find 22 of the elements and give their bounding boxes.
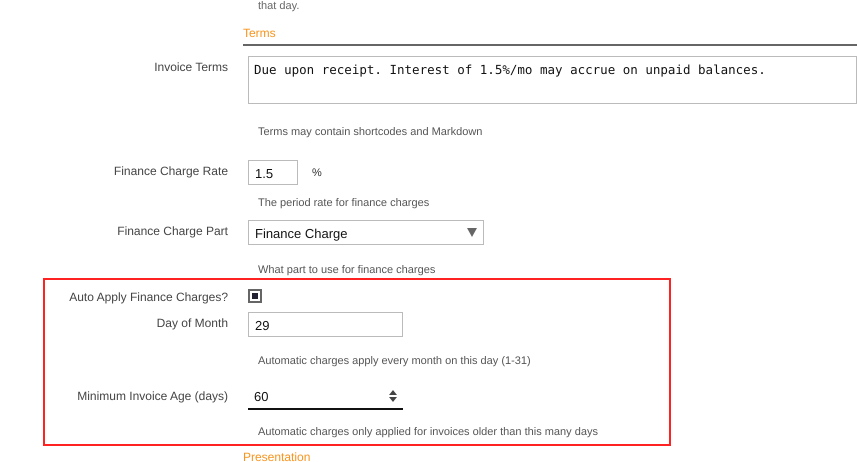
day-input[interactable]: 29: [248, 312, 403, 338]
field-hint: Terms may contain shortcodes and Markdown: [258, 125, 482, 140]
field-label: Invoice Terms: [153, 59, 228, 76]
rate-input[interactable]: 1.5: [248, 160, 298, 186]
caret-icon: [467, 228, 477, 237]
section-heading: Terms: [243, 24, 857, 46]
field-hint: Automatic charges apply every month on this day (1-31): [258, 354, 531, 369]
field-hint: The period rate for finance charges: [258, 196, 430, 211]
field-label: Day of Month: [156, 315, 228, 332]
section-heading: Presentation: [243, 450, 310, 462]
field-label: Finance Charge Rate: [112, 163, 228, 180]
checkbox[interactable]: [248, 288, 262, 303]
field-hint: What part to use for finance charges: [258, 262, 436, 277]
field-hint: Automatic charges only applied for invoices older than this many days: [258, 424, 598, 440]
field-label: Finance Charge Part: [116, 222, 228, 240]
part-select[interactable]: Finance Charge: [248, 220, 484, 245]
unit-label: %: [312, 166, 322, 182]
field-label: Minimum Invoice Age (days): [76, 388, 228, 404]
field-hint: that day.: [258, 0, 300, 12]
terms-textarea[interactable]: Due upon receipt. Interest of 1.5%/mo may accrue on unpaid balances.: [248, 56, 857, 104]
spinner-arrows-icon: [389, 390, 397, 402]
field-label: Auto Apply Finance Charges?: [68, 288, 228, 306]
